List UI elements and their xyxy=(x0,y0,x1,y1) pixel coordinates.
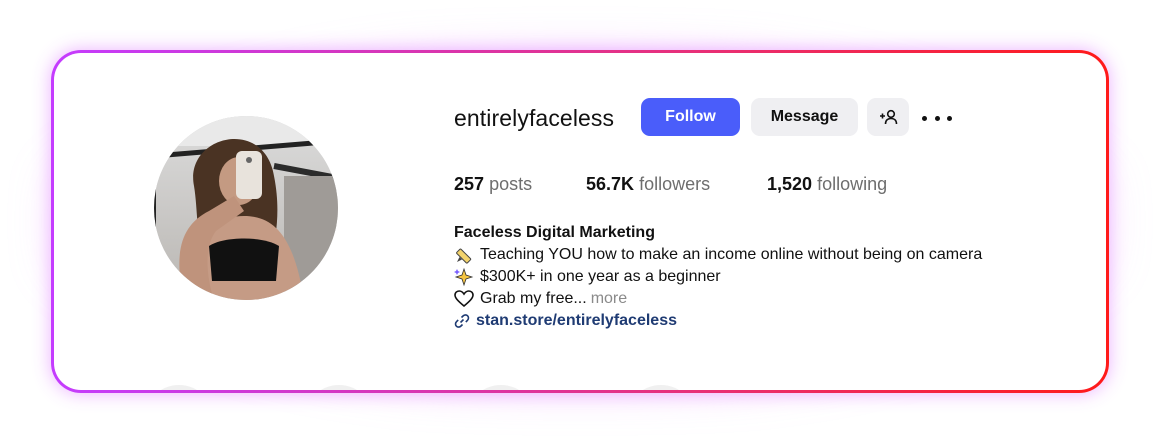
avatar-photo xyxy=(154,116,338,300)
more-dot xyxy=(947,115,952,121)
bio-name: Faceless Digital Marketing xyxy=(454,224,655,241)
posts-label: posts xyxy=(489,174,533,194)
bio-line-1: Teaching YOU how to make an income onlin… xyxy=(454,244,982,266)
username: entirelyfaceless xyxy=(454,105,615,131)
profile-link[interactable]: stan.store/entirelyfaceless xyxy=(476,310,677,332)
story-highlight[interactable] xyxy=(144,385,214,390)
following-stat[interactable]: 1,520 following xyxy=(767,174,887,195)
bio: Faceless Digital Marketing Teaching YOU … xyxy=(454,222,982,332)
story-highlight[interactable] xyxy=(466,385,536,390)
sparkles-icon xyxy=(454,267,474,287)
more-dot xyxy=(922,115,927,121)
following-label: following xyxy=(817,174,888,194)
profile-card: entirelyfaceless Follow Message 257 post… xyxy=(54,53,1106,390)
message-button[interactable]: Message xyxy=(751,98,858,136)
bio-line-3: Grab my free... more xyxy=(454,288,982,310)
pencil-icon xyxy=(456,248,472,264)
followers-label: followers xyxy=(639,174,711,194)
bio-line-1-text: Teaching YOU how to make an income onlin… xyxy=(480,246,983,263)
more-link[interactable]: more xyxy=(591,288,627,310)
bio-line-2: $300K+ in one year as a beginner xyxy=(454,266,982,288)
more-options-icon[interactable] xyxy=(922,108,952,128)
story-highlight[interactable] xyxy=(304,385,374,390)
more-dot xyxy=(934,115,940,121)
bio-line-3-text: Grab my free... xyxy=(480,290,587,307)
followers-count: 56.7K xyxy=(586,174,635,194)
posts-stat: 257 posts xyxy=(454,174,532,195)
bio-link-row[interactable]: stan.store/entirelyfaceless xyxy=(454,310,982,332)
add-user-button[interactable] xyxy=(867,98,909,136)
story-highlight[interactable] xyxy=(626,385,696,390)
profile-frame: entirelyfaceless Follow Message 257 post… xyxy=(51,50,1109,393)
heart-icon xyxy=(454,290,474,308)
link-icon xyxy=(454,314,470,328)
follow-button[interactable]: Follow xyxy=(641,98,740,136)
following-count: 1,520 xyxy=(767,174,813,194)
add-user-icon xyxy=(880,109,898,125)
followers-stat[interactable]: 56.7K followers xyxy=(586,174,710,195)
bio-line-2-text: $300K+ in one year as a beginner xyxy=(480,268,721,285)
posts-count: 257 xyxy=(454,174,485,194)
avatar[interactable] xyxy=(154,116,338,300)
